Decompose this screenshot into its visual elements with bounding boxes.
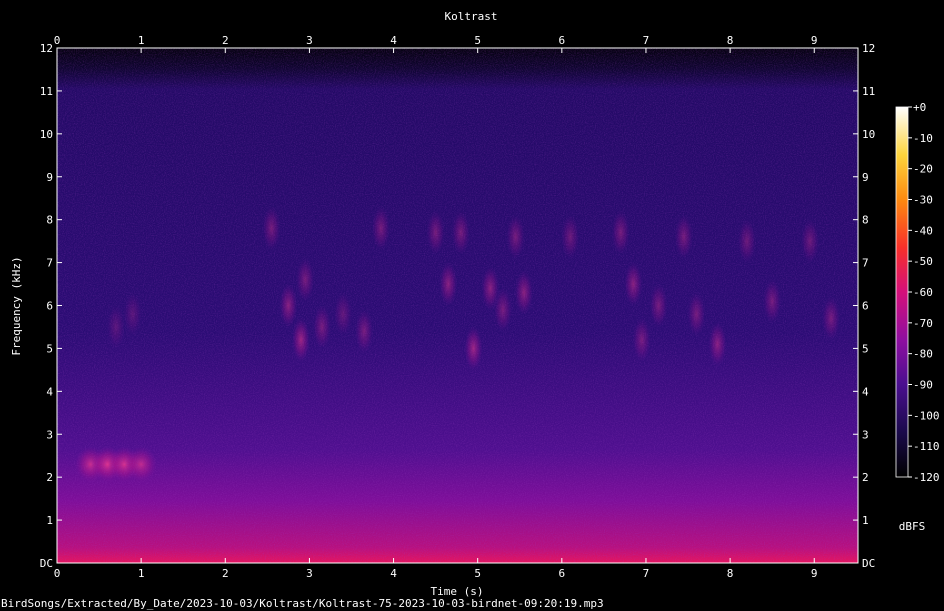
colorbar-tick-label: -30: [913, 194, 933, 207]
colorbar-tick-label: -70: [913, 317, 933, 330]
x-tick-label-bottom: 6: [559, 567, 566, 580]
y-tick-label-left: DC: [40, 557, 53, 570]
colorbar-ticks: +0 -10 -20 -30 -40 -50 -60 -70 -80 -90 -100 -110 -12…: [908, 101, 940, 484]
x-tick-label-top: 4: [390, 34, 397, 47]
colorbar-tick-label: -120: [913, 471, 940, 484]
colorbar-label: dBFS: [899, 520, 926, 533]
x-tick-label-top: 8: [727, 34, 734, 47]
x-tick-label-bottom: 4: [390, 567, 397, 580]
plot-area: [56, 47, 859, 564]
colorbar-tick-label: -20: [913, 163, 933, 176]
y-axis-label: Frequency (kHz): [10, 256, 23, 355]
y-tick-label-left: 5: [46, 342, 53, 355]
colorbar-tick-label: -60: [913, 286, 933, 299]
x-tick-label-top: 2: [222, 34, 229, 47]
y-tick-label-left: 1: [46, 514, 53, 527]
y-tick-label-right: 1: [862, 514, 869, 527]
y-tick-label-right: 7: [862, 257, 869, 270]
colorbar-tick-label: -80: [913, 348, 933, 361]
y-tick-label-left: 9: [46, 171, 53, 184]
x-tick-label-bottom: 9: [811, 567, 818, 580]
y-tick-label-right: 12: [862, 42, 875, 55]
colorbar-gradient: [895, 106, 909, 478]
x-tick-label-bottom: 2: [222, 567, 229, 580]
x-tick-label-bottom: 8: [727, 567, 734, 580]
y-tick-label-left: 4: [46, 385, 53, 398]
x-tick-label-bottom: 7: [643, 567, 650, 580]
y-tick-label-left: 6: [46, 300, 53, 313]
x-tick-label-bottom: 3: [306, 567, 313, 580]
x-tick-label-top: 5: [474, 34, 481, 47]
y-tick-label-right: 11: [862, 85, 875, 98]
file-path: BirdSongs/Extracted/By_Date/2023-10-03/K…: [1, 597, 604, 610]
y-tick-label-right: 4: [862, 385, 869, 398]
x-tick-label-top: 1: [138, 34, 145, 47]
chart-title: Koltrast: [445, 10, 498, 23]
colorbar-tick-label: -90: [913, 379, 933, 392]
colorbar-tick-label: -40: [913, 224, 933, 237]
x-tick-label-bottom: 5: [474, 567, 481, 580]
x-tick-label-bottom: 0: [54, 567, 61, 580]
y-tick-label-left: 10: [40, 128, 53, 141]
colorbar-tick-label: -100: [913, 409, 940, 422]
x-tick-label-top: 9: [811, 34, 818, 47]
y-tick-label-left: 2: [46, 471, 53, 484]
y-tick-label-right: 2: [862, 471, 869, 484]
y-tick-label-left: 7: [46, 257, 53, 270]
y-tick-label-left: 11: [40, 85, 53, 98]
spectrogram-noise: [57, 48, 858, 563]
x-tick-label-top: 3: [306, 34, 313, 47]
y-tick-label-left: 12: [40, 42, 53, 55]
x-tick-label-top: 6: [559, 34, 566, 47]
colorbar-tick-label: -50: [913, 255, 933, 268]
x-tick-label-bottom: 1: [138, 567, 145, 580]
y-tick-label-right: DC: [862, 557, 875, 570]
y-tick-label-left: 8: [46, 214, 53, 227]
y-tick-label-right: 6: [862, 300, 869, 313]
spectrogram-figure: Koltrast 00112233445566778899DC DC1 12 23 34…: [1, 10, 940, 610]
x-tick-label-top: 0: [54, 34, 61, 47]
colorbar-tick-label: +0: [913, 101, 926, 114]
y-tick-label-left: 3: [46, 428, 53, 441]
colorbar: +0 -10 -20 -30 -40 -50 -60 -70 -80 -90 -100 -110 -12…: [895, 101, 940, 533]
y-tick-label-right: 3: [862, 428, 869, 441]
x-tick-label-top: 7: [643, 34, 650, 47]
y-tick-label-right: 10: [862, 128, 875, 141]
y-tick-label-right: 9: [862, 171, 869, 184]
y-tick-label-right: 8: [862, 214, 869, 227]
colorbar-tick-label: -10: [913, 132, 933, 145]
y-tick-label-right: 5: [862, 342, 869, 355]
colorbar-tick-label: -110: [913, 440, 940, 453]
